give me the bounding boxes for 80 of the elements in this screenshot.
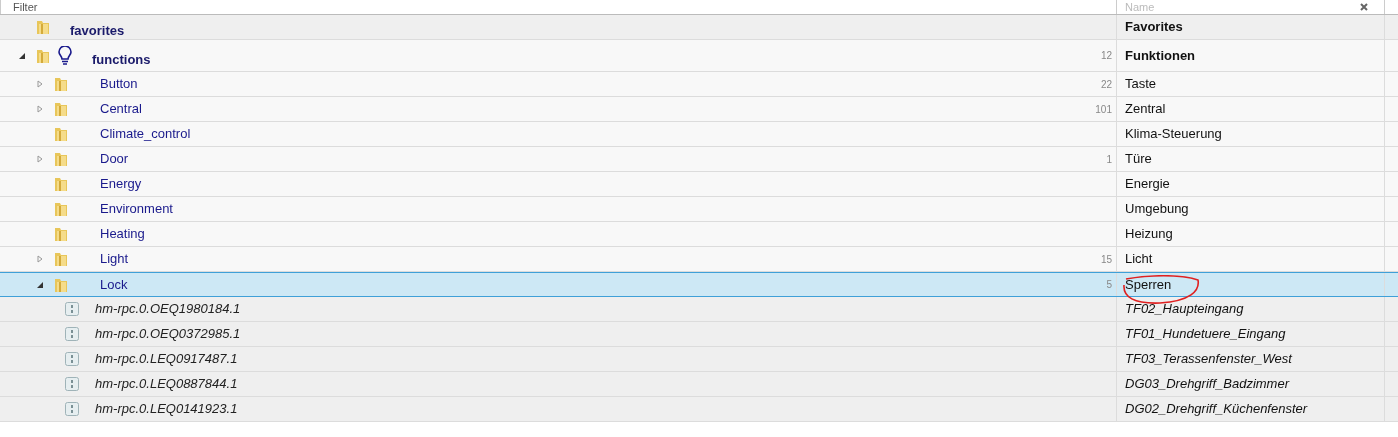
object-name: Taste	[1125, 75, 1157, 94]
folder-icon	[54, 276, 68, 293]
object-name: TF03_Terassenfenster_West	[1125, 350, 1292, 369]
object-id: favorites	[70, 22, 125, 41]
object-name: Funktionen	[1125, 46, 1196, 65]
folder-icon	[54, 201, 68, 217]
channel-icon	[65, 402, 79, 416]
folder-icon	[36, 19, 50, 35]
object-id: functions	[92, 50, 151, 69]
child-count: 101	[1095, 102, 1113, 117]
object-name: Türe	[1125, 150, 1152, 169]
object-id: Lock	[100, 275, 128, 294]
channel-icon	[65, 377, 79, 391]
collapse-triangle-icon[interactable]	[18, 51, 26, 60]
object-name: DG03_Drehgriff_Badzimmer	[1125, 375, 1289, 394]
tree-row[interactable]: Central 101 Zentral	[0, 97, 1398, 122]
tree-row[interactable]: functions 12 Funktionen	[0, 40, 1398, 72]
channel-icon	[65, 327, 79, 341]
tree-row[interactable]: Button 22 Taste	[0, 72, 1398, 97]
object-id: Energy	[100, 175, 142, 194]
object-id: hm-rpc.0.LEQ0917487.1	[95, 350, 238, 369]
object-name: Heizung	[1125, 225, 1173, 244]
expand-triangle-icon[interactable]	[36, 255, 44, 263]
object-name: Klima-Steuerung	[1125, 125, 1222, 144]
expand-triangle-icon[interactable]	[36, 155, 44, 163]
tree-row[interactable]: Environment Umgebung	[0, 197, 1398, 222]
object-id: Heating	[100, 225, 145, 244]
child-count: 15	[1100, 252, 1113, 267]
tree-row[interactable]: Climate_control Klima-Steuerung	[0, 122, 1398, 147]
object-id: hm-rpc.0.OEQ1980184.1	[95, 300, 241, 319]
object-id: Climate_control	[100, 125, 191, 144]
folder-icon	[54, 126, 68, 142]
filter-field[interactable]: Filter	[0, 0, 1117, 14]
tree-row[interactable]: Door 1 Türe	[0, 147, 1398, 172]
clear-icon[interactable]	[1360, 3, 1368, 11]
object-name: Favorites	[1125, 18, 1183, 37]
object-id: hm-rpc.0.LEQ0887844.1	[95, 375, 238, 394]
tree-row[interactable]: Heating Heizung	[0, 222, 1398, 247]
expand-triangle-icon[interactable]	[36, 80, 44, 88]
tree-row[interactable]: hm-rpc.0.LEQ0917487.1 TF03_Terassenfenster_West	[0, 347, 1398, 372]
channel-icon	[65, 302, 79, 316]
tree-row[interactable]: favorites Favorites	[0, 15, 1398, 40]
child-count: 5	[1106, 278, 1113, 292]
object-name: TF02_Haupteingang	[1125, 300, 1244, 319]
tree-row[interactable]: Light 15 Licht	[0, 247, 1398, 272]
object-id: Button	[100, 75, 138, 94]
name-filter-field[interactable]: Name	[1117, 0, 1360, 14]
object-id: Central	[100, 100, 142, 119]
object-id: Light	[100, 250, 129, 269]
folder-icon	[54, 151, 68, 167]
folder-icon	[54, 226, 68, 242]
object-id: hm-rpc.0.LEQ0141923.1	[95, 400, 238, 419]
tree-row[interactable]: hm-rpc.0.LEQ0141923.1 DG02_Drehgriff_Küchenfenster	[0, 397, 1398, 422]
tree-row[interactable]: hm-rpc.0.LEQ0887844.1 DG03_Drehgriff_Badzimmer	[0, 372, 1398, 397]
folder-icon	[54, 101, 68, 117]
channel-icon	[65, 352, 79, 366]
tree-row[interactable]: hm-rpc.0.OEQ0372985.1 TF01_Hundetuere_Eingang	[0, 322, 1398, 347]
object-id: Door	[100, 150, 129, 169]
object-id: hm-rpc.0.OEQ0372985.1	[95, 325, 241, 344]
object-name: TF01_Hundetuere_Eingang	[1125, 325, 1286, 344]
object-name: DG02_Drehgriff_Küchenfenster	[1125, 400, 1308, 419]
folder-icon	[36, 47, 50, 64]
collapse-triangle-icon[interactable]	[36, 280, 44, 289]
tree-row[interactable]: Energy Energie	[0, 172, 1398, 197]
child-count: 22	[1100, 77, 1113, 92]
lightbulb-icon	[58, 45, 72, 66]
object-name: Umgebung	[1125, 200, 1189, 219]
expand-triangle-icon[interactable]	[36, 105, 44, 113]
child-count: 12	[1100, 49, 1113, 63]
object-name: Energie	[1125, 175, 1170, 194]
object-name: Sperren	[1125, 275, 1172, 294]
object-id: Environment	[100, 200, 173, 219]
folder-icon	[54, 251, 68, 267]
folder-icon	[54, 176, 68, 192]
folder-icon	[54, 76, 68, 92]
tree-row[interactable]: Lock 5 Sperren	[0, 272, 1398, 297]
object-name: Licht	[1125, 250, 1153, 269]
tree-row[interactable]: hm-rpc.0.OEQ1980184.1 TF02_Haupteingang	[0, 297, 1398, 322]
object-name: Zentral	[1125, 100, 1166, 119]
child-count: 1	[1106, 152, 1113, 167]
